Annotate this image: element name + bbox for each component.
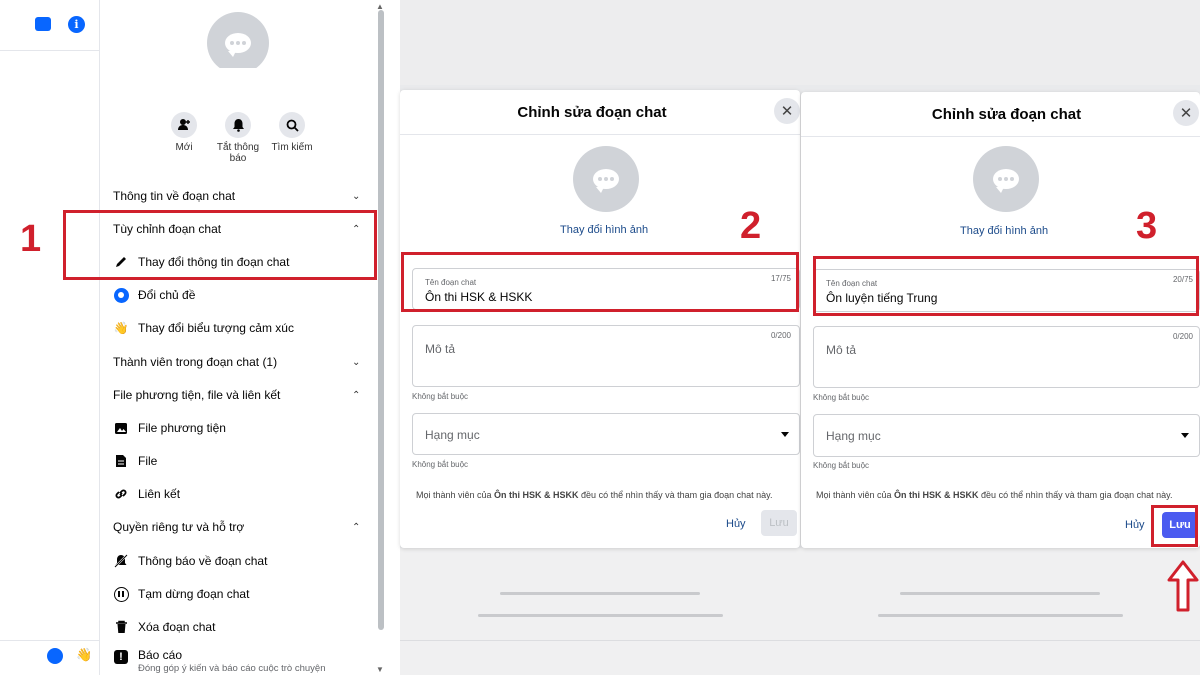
edit-chat-dialog: Chỉnh sửa đoạn chat ✕ Thay đổi hình ảnh … (400, 90, 800, 548)
section-media-files-links[interactable]: File phương tiện, file và liên kết (113, 388, 280, 402)
bell-off-icon (113, 553, 129, 569)
chat-bubble-icon (225, 33, 251, 57)
pause-chat-item[interactable]: Tạm dừng đoạn chat (138, 587, 249, 601)
section-chat-info[interactable]: Thông tin về đoạn chat (113, 189, 235, 203)
add-person-button[interactable] (171, 112, 197, 138)
media-icon (113, 420, 129, 436)
dialog-title: Chỉnh sửa đoạn chat (931, 106, 1082, 123)
highlight-box-step3 (813, 256, 1199, 316)
action-label-search: Tìm kiếm (271, 142, 313, 153)
step-number-1: 1 (20, 218, 42, 260)
section-members[interactable]: Thành viên trong đoạn chat (1) (113, 355, 277, 369)
optional-hint: Không bắt buộc (412, 392, 469, 401)
group-avatar[interactable] (573, 146, 639, 212)
link-item[interactable]: Liên kết (138, 487, 180, 501)
blurred-backdrop-text (500, 592, 700, 595)
cancel-button[interactable]: Hủy (726, 518, 746, 530)
chat-bubble-icon (993, 169, 1019, 193)
optional-hint: Không bắt buộc (412, 460, 469, 469)
chat-bubble-icon (593, 169, 619, 193)
pause-icon (113, 586, 129, 602)
blurred-backdrop-text (900, 592, 1100, 595)
visibility-notice: Mọi thành viên của Ôn thi HSK & HSKK đều… (816, 490, 1173, 500)
action-label-new: Mới (175, 142, 193, 153)
visibility-notice: Mọi thành viên của Ôn thi HSK & HSKK đều… (416, 490, 773, 500)
mute-button[interactable] (225, 112, 251, 138)
close-icon[interactable]: ✕ (774, 98, 800, 124)
emoji-icon[interactable] (47, 648, 63, 664)
blurred-backdrop-text (878, 614, 1123, 617)
category-select[interactable]: Hạng mục (813, 414, 1200, 457)
category-select[interactable]: Hạng mục (412, 413, 800, 455)
optional-hint: Không bắt buộc (813, 393, 870, 402)
chat-info-panel: i 👋 Mới Tắt thông báo Tìm kiếm Thông tin… (0, 0, 400, 675)
chevron-up-icon[interactable]: ⌃ (352, 390, 360, 401)
up-arrow-icon (1167, 560, 1199, 612)
chevron-up-icon[interactable]: ⌃ (352, 522, 360, 533)
description-field[interactable]: Mô tả 0/200 (412, 325, 800, 387)
scroll-down-arrow[interactable]: ▼ (376, 665, 384, 674)
description-input[interactable]: Mô tả (425, 342, 455, 356)
delete-chat-item[interactable]: Xóa đoạn chat (138, 620, 215, 634)
trash-icon (113, 619, 129, 635)
caret-down-icon (781, 432, 789, 437)
highlight-box-step2 (401, 252, 799, 312)
change-image-link[interactable]: Thay đổi hình ảnh (560, 224, 648, 236)
char-counter: 0/200 (1172, 332, 1193, 341)
report-item[interactable]: Báo cáo (138, 648, 182, 662)
conversation-strip: i 👋 (0, 0, 100, 675)
description-field[interactable]: Mô tả 0/200 (813, 326, 1200, 388)
chevron-down-icon[interactable]: ⌄ (352, 357, 360, 368)
scrollbar-thumb[interactable] (378, 10, 384, 630)
chat-notifications-item[interactable]: Thông báo về đoạn chat (138, 554, 267, 568)
optional-hint: Không bắt buộc (813, 461, 870, 470)
step-number-2: 2 (740, 205, 762, 247)
category-placeholder: Hạng mục (425, 428, 480, 442)
file-icon (113, 453, 129, 469)
change-image-link[interactable]: Thay đổi hình ảnh (960, 225, 1048, 237)
category-placeholder: Hạng mục (826, 429, 881, 443)
char-counter: 0/200 (770, 331, 791, 340)
save-button[interactable]: Lưu (761, 510, 797, 536)
search-button[interactable] (279, 112, 305, 138)
report-subtitle: Đóng góp ý kiến và báo cáo cuộc trò chuy… (138, 663, 326, 674)
report-icon: ! (113, 649, 129, 665)
highlight-box-step1 (63, 210, 377, 280)
close-icon[interactable]: ✕ (1173, 100, 1199, 126)
wave-icon[interactable]: 👋 (76, 647, 92, 663)
add-person-icon (178, 119, 190, 130)
description-input[interactable]: Mô tả (826, 343, 856, 357)
edit-chat-dialog: Chỉnh sửa đoạn chat ✕ Thay đổi hình ảnh … (801, 92, 1200, 548)
bell-icon (232, 119, 244, 132)
media-item[interactable]: File phương tiện (138, 421, 226, 435)
wave-emoji-icon: 👋 (113, 321, 129, 335)
cancel-button[interactable]: Hủy (1125, 519, 1145, 531)
step-number-3: 3 (1136, 205, 1158, 247)
change-theme-item[interactable]: Đổi chủ đề (138, 288, 195, 302)
chats-icon[interactable] (35, 17, 51, 31)
caret-down-icon (1181, 433, 1189, 438)
file-item[interactable]: File (138, 454, 157, 468)
group-avatar[interactable] (973, 146, 1039, 212)
link-icon (113, 486, 129, 502)
action-label-mute: Tắt thông báo (216, 142, 260, 164)
search-icon (286, 119, 299, 132)
chevron-down-icon[interactable]: ⌄ (352, 191, 360, 202)
dialog-title: Chỉnh sửa đoạn chat (517, 104, 667, 121)
highlight-box-save (1151, 505, 1198, 547)
group-avatar (207, 12, 269, 74)
theme-icon (113, 287, 129, 303)
blurred-backdrop-text (478, 614, 723, 617)
section-privacy-support[interactable]: Quyền riêng tư và hỗ trợ (113, 520, 244, 534)
info-icon[interactable]: i (68, 16, 85, 33)
change-emoji-item[interactable]: Thay đổi biểu tượng cảm xúc (138, 321, 294, 335)
